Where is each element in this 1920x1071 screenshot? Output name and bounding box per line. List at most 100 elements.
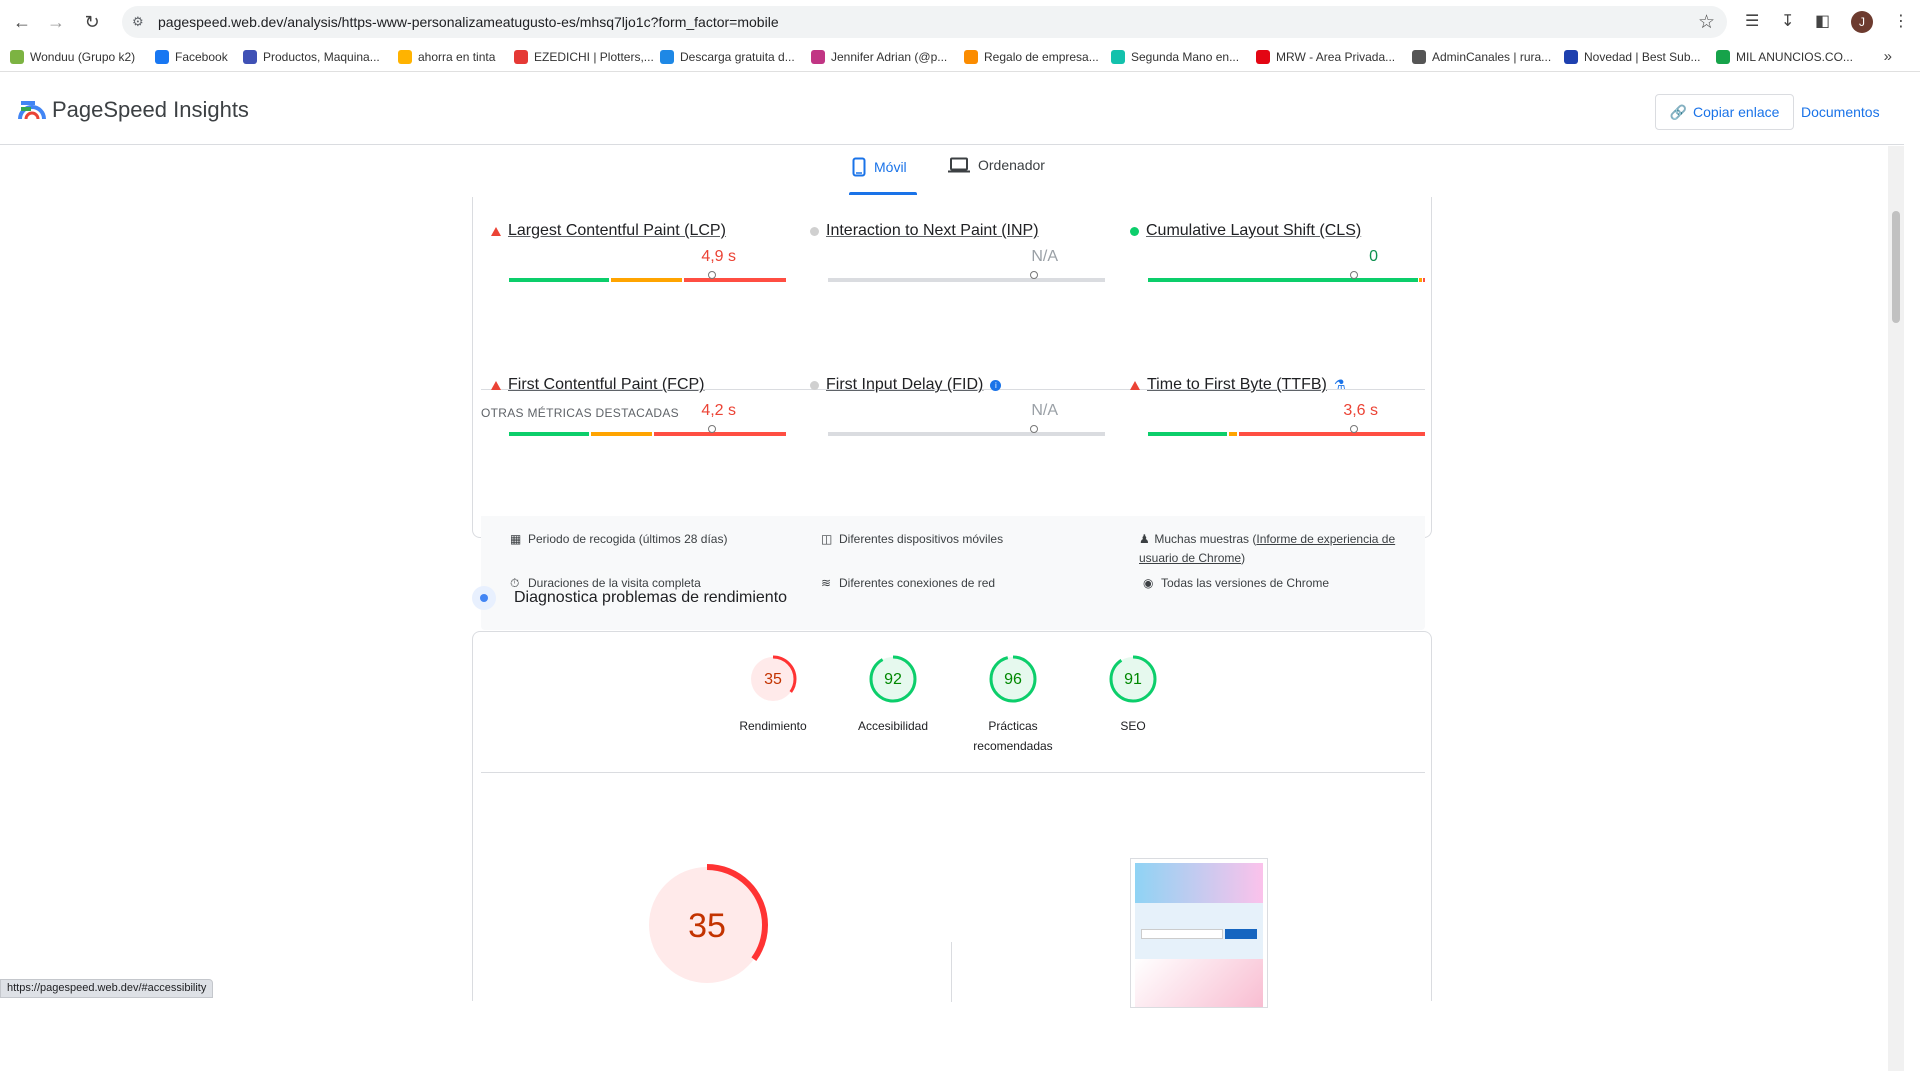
info-connections: ≋ Diferentes conexiones de red <box>821 574 995 593</box>
bookmark-star-icon[interactable]: ☆ <box>1698 11 1715 34</box>
score-gauge[interactable]: 92 Accesibilidad <box>838 654 948 736</box>
download-icon[interactable]: ↧ <box>1781 11 1794 31</box>
media-icon[interactable]: ☰ <box>1745 11 1759 31</box>
info-icon[interactable]: i <box>990 379 1002 391</box>
bookmark-item[interactable]: Facebook <box>155 50 228 64</box>
score-value: 91 <box>1124 671 1142 688</box>
menu-icon[interactable]: ⋮ <box>1893 11 1909 31</box>
poor-indicator-icon <box>491 380 501 390</box>
p75-marker <box>708 425 716 433</box>
back-icon[interactable]: ← <box>10 10 34 34</box>
psi-title: PageSpeed Insights <box>52 97 249 122</box>
score-value: 92 <box>884 671 902 688</box>
bookmark-item[interactable]: Descarga gratuita d... <box>660 50 795 64</box>
bookmark-item[interactable]: MIL ANUNCIOS.CO... <box>1716 50 1853 64</box>
bookmark-item[interactable]: Novedad | Best Sub... <box>1564 50 1701 64</box>
copy-link-button[interactable]: 🔗 Copiar enlace <box>1655 94 1794 130</box>
big-score-gauge: 35 <box>646 864 768 986</box>
metric-name[interactable]: Largest Contentful Paint (LCP) <box>508 222 726 240</box>
metric-name[interactable]: Interaction to Next Paint (INP) <box>826 222 1039 240</box>
distribution-bar <box>828 278 1105 282</box>
bookmark-item[interactable]: Segunda Mano en... <box>1111 50 1239 64</box>
bookmark-item[interactable]: MRW - Area Privada... <box>1256 50 1395 64</box>
distribution-bar <box>509 432 786 436</box>
bookmark-favicon-icon <box>398 50 412 64</box>
na-indicator-icon <box>810 380 819 390</box>
p75-marker <box>1030 271 1038 279</box>
p75-marker <box>1350 425 1358 433</box>
info-samples-suffix: ) <box>1241 551 1246 565</box>
experimental-flask-icon[interactable]: ⚗ <box>1334 377 1346 393</box>
calendar-icon: ▦ <box>510 532 522 546</box>
score-value: 35 <box>764 671 782 688</box>
metric-name[interactable]: First Input Delay (FID) <box>826 376 983 394</box>
laptop-icon <box>948 157 970 173</box>
docs-link[interactable]: Documentos <box>1801 104 1880 120</box>
distribution-bar <box>1148 278 1425 282</box>
distribution-bar <box>1148 432 1425 436</box>
poor-indicator-icon <box>1130 380 1140 390</box>
bookmark-label: MRW - Area Privada... <box>1276 50 1396 64</box>
score-gauge[interactable]: 91 SEO <box>1078 654 1188 736</box>
bookmarks-bar: Wonduu (Grupo k2) Facebook Productos, Maqu… <box>0 44 1920 72</box>
divider-vertical <box>951 942 952 1002</box>
bookmark-favicon-icon <box>964 50 978 64</box>
page-content: PageSpeed Insights 🔗 Copiar enlace Docum… <box>0 73 1904 1071</box>
bookmark-favicon-icon <box>155 50 169 64</box>
score-gauge[interactable]: 35 Rendimiento <box>718 654 828 736</box>
metric-name[interactable]: Cumulative Layout Shift (CLS) <box>1146 222 1361 240</box>
info-devices-text: Diferentes dispositivos móviles <box>839 532 1004 546</box>
bookmark-favicon-icon <box>243 50 257 64</box>
page-scrollbar[interactable] <box>1888 146 1904 1071</box>
metric-value: 3,6 s <box>1343 402 1378 419</box>
bookmark-item[interactable]: Jennifer Adrian (@p... <box>811 50 947 64</box>
metric-fid: First Input Delay (FID) i N/A <box>810 376 1105 446</box>
screenshot-preview <box>1135 863 1263 1007</box>
bookmark-item[interactable]: Wonduu (Grupo k2) <box>10 50 135 64</box>
tab-desktop[interactable]: Ordenador <box>948 157 1045 173</box>
bookmark-item[interactable]: ahorra en tinta <box>398 50 495 64</box>
na-indicator-icon <box>810 226 819 236</box>
profile-avatar[interactable]: J <box>1851 11 1873 33</box>
bookmark-favicon-icon <box>1256 50 1270 64</box>
info-connections-text: Diferentes conexiones de red <box>839 576 996 590</box>
bookmark-label: Regalo de empresa... <box>984 50 1099 64</box>
metric-name[interactable]: First Contentful Paint (FCP) <box>508 376 705 394</box>
reload-icon[interactable]: ↻ <box>80 10 104 34</box>
bookmark-item[interactable]: AdminCanales | rura... <box>1412 50 1551 64</box>
lab-scores-card: 35 Rendimiento 92 Accesibilidad 96 Prácticas … <box>472 631 1432 1008</box>
bookmark-favicon-icon <box>1412 50 1426 64</box>
score-gauge[interactable]: 96 Prácticas recomendadas <box>958 654 1068 756</box>
bookmark-label: Jennifer Adrian (@p... <box>831 50 948 64</box>
big-score-value: 35 <box>688 907 726 945</box>
address-bar[interactable]: ⚙ pagespeed.web.dev/analysis/https-www-p… <box>122 6 1727 38</box>
page-screenshot-thumbnail[interactable] <box>1130 858 1268 1008</box>
bookmark-label: Descarga gratuita d... <box>680 50 795 64</box>
tab-mobile[interactable]: Móvil <box>852 157 907 177</box>
bookmark-favicon-icon <box>514 50 528 64</box>
bookmark-label: Productos, Maquina... <box>263 50 380 64</box>
bookmark-item[interactable]: Regalo de empresa... <box>964 50 1099 64</box>
info-chrome-text: Todas las versiones de Chrome <box>1161 576 1330 590</box>
bookmark-label: Segunda Mano en... <box>1131 50 1240 64</box>
bookmark-item[interactable]: Productos, Maquina... <box>243 50 380 64</box>
site-settings-icon[interactable]: ⚙ <box>132 14 144 30</box>
distribution-bar <box>828 432 1105 436</box>
score-gauge-ring: 91 <box>1109 655 1157 703</box>
forward-icon[interactable]: → <box>44 10 68 34</box>
url-text[interactable]: pagespeed.web.dev/analysis/https-www-per… <box>158 14 779 30</box>
metric-lcp: Largest Contentful Paint (LCP) 4,9 s <box>491 222 786 292</box>
active-tab-indicator <box>849 192 917 195</box>
metric-name[interactable]: Time to First Byte (TTFB) <box>1147 376 1327 394</box>
bookmark-item[interactable]: EZEDICHI | Plotters,... <box>514 50 654 64</box>
device-tabs: Móvil Ordenador <box>0 145 1904 197</box>
bookmark-label: EZEDICHI | Plotters,... <box>534 50 654 64</box>
side-panel-icon[interactable]: ◧ <box>1815 11 1830 31</box>
more-bookmarks-icon[interactable]: » <box>1884 48 1892 65</box>
bookmark-label: Wonduu (Grupo k2) <box>30 50 136 64</box>
bookmark-label: Novedad | Best Sub... <box>1584 50 1701 64</box>
bookmark-favicon-icon <box>10 50 24 64</box>
metric-cls: Cumulative Layout Shift (CLS) 0 <box>1130 222 1425 292</box>
scrollbar-thumb[interactable] <box>1892 211 1900 323</box>
score-label: Prácticas recomendadas <box>973 719 1053 753</box>
